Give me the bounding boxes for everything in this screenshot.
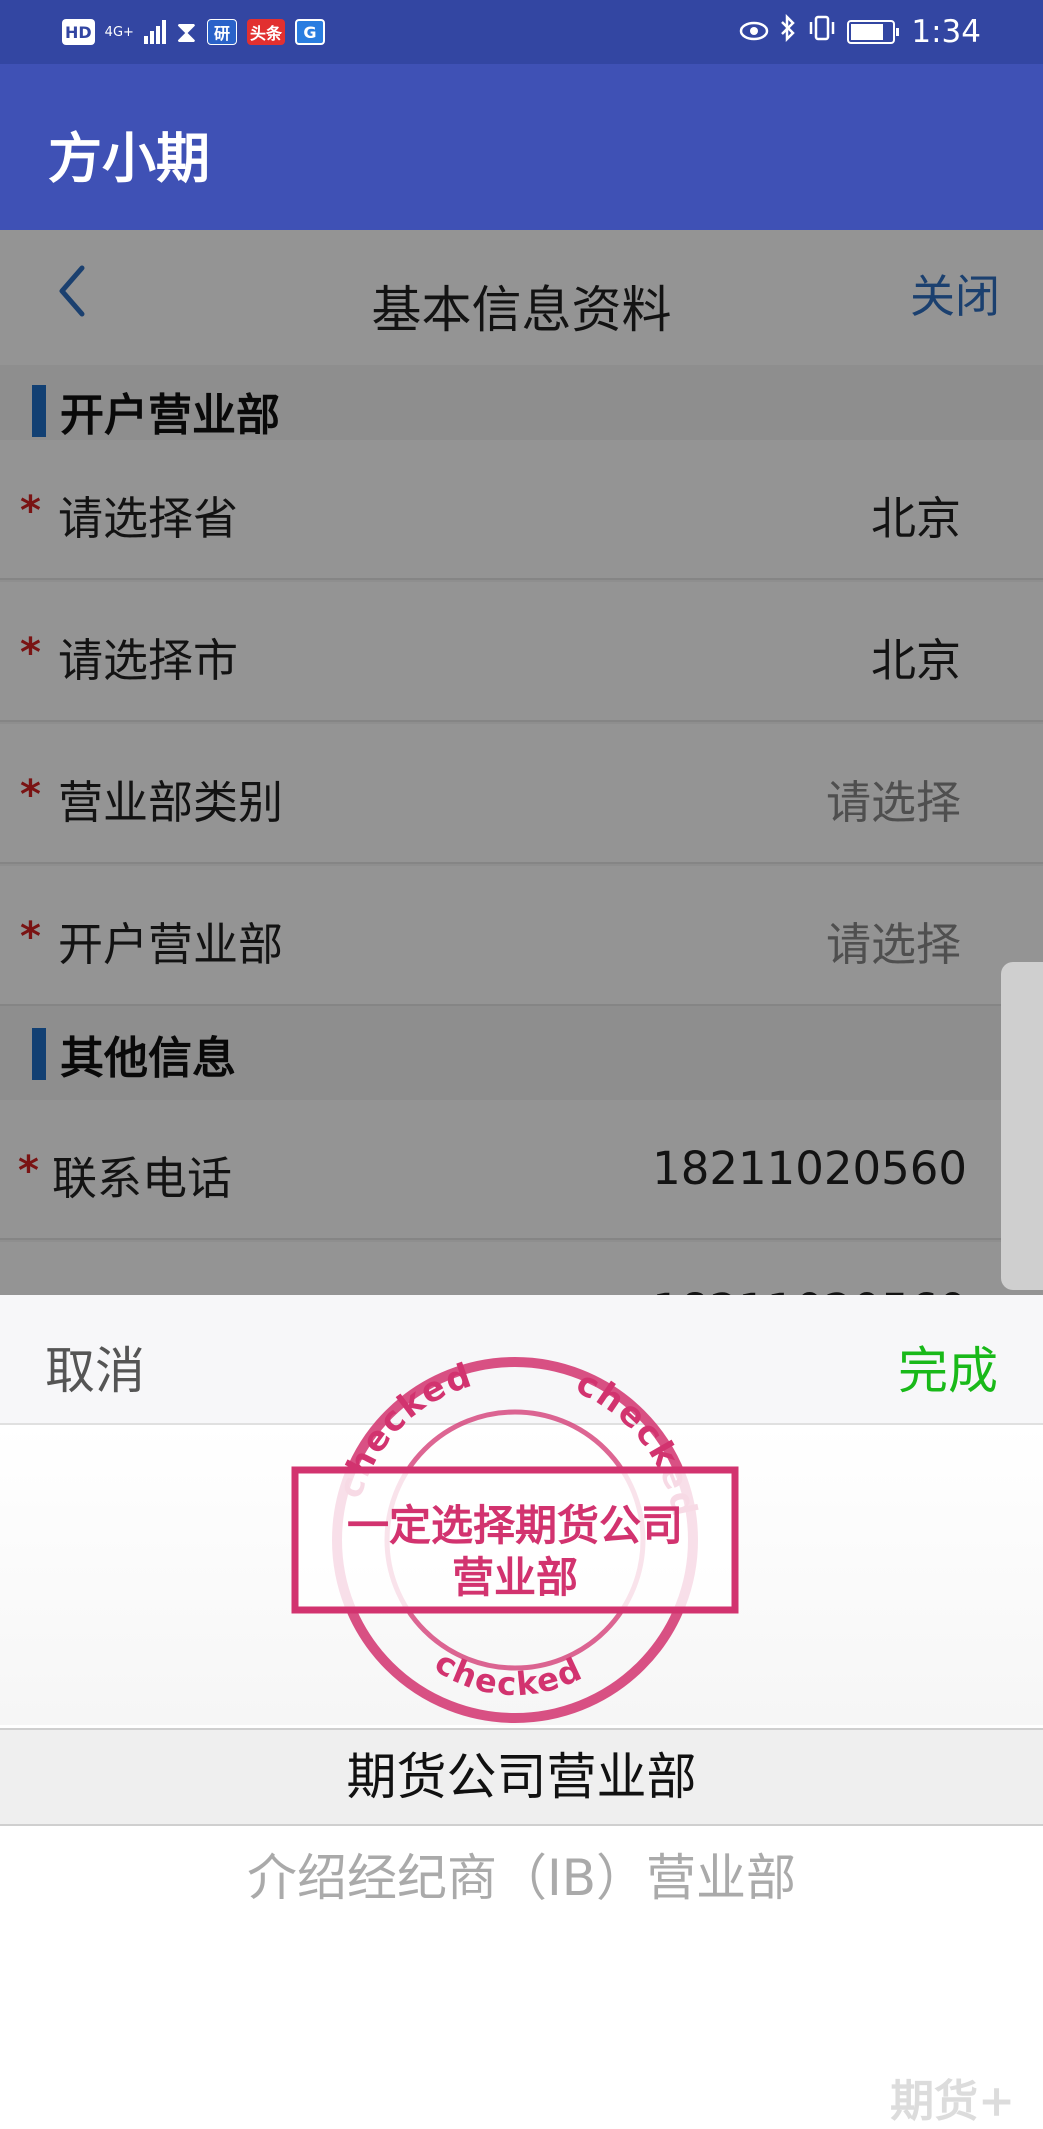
picker-option-selected[interactable]: 期货公司营业部 [0,1728,1043,1826]
bluetooth-icon [779,13,797,50]
scrollbar-handle[interactable] [1001,962,1043,1290]
network-type: 4G+ [104,24,134,40]
cancel-button[interactable]: 取消 [45,1331,145,1403]
app-badge-toutiao-icon: 头条 [246,19,285,45]
eye-icon [739,15,769,50]
svg-text:checked: checked [428,1643,589,1703]
status-bar-left: HD 4G+ ⧗ 研 头条 G [62,15,325,50]
app-bar: 方小期 [0,64,1043,230]
picker-option[interactable]: 介绍经纪商（IB）营业部 [0,1830,1043,1926]
watermark-logo: 期货+ [890,2076,1015,2127]
vibrate-icon [807,14,837,50]
stamp-ring-text-bottom: checked [428,1643,587,1703]
stamp-text-line2: 营业部 [451,1553,578,1602]
app-title: 方小期 [48,127,210,190]
modal-dim-overlay[interactable] [0,230,1043,1295]
app-badge-g-icon: G [295,19,325,45]
done-button[interactable]: 完成 [898,1331,998,1403]
hourglass-icon: ⧗ [175,14,197,50]
hd-icon: HD [62,19,95,45]
battery-icon [847,20,900,44]
app-badge-yan-icon: 研 [206,19,237,45]
status-bar-right: 1:34 [739,13,981,50]
signal-icon [143,20,166,44]
status-bar: HD 4G+ ⧗ 研 头条 G 1:34 [0,0,1043,64]
status-time: 1:34 [911,14,981,50]
checked-stamp: checked checked checked 一定选择期货公司 营业部 [290,1340,740,1740]
